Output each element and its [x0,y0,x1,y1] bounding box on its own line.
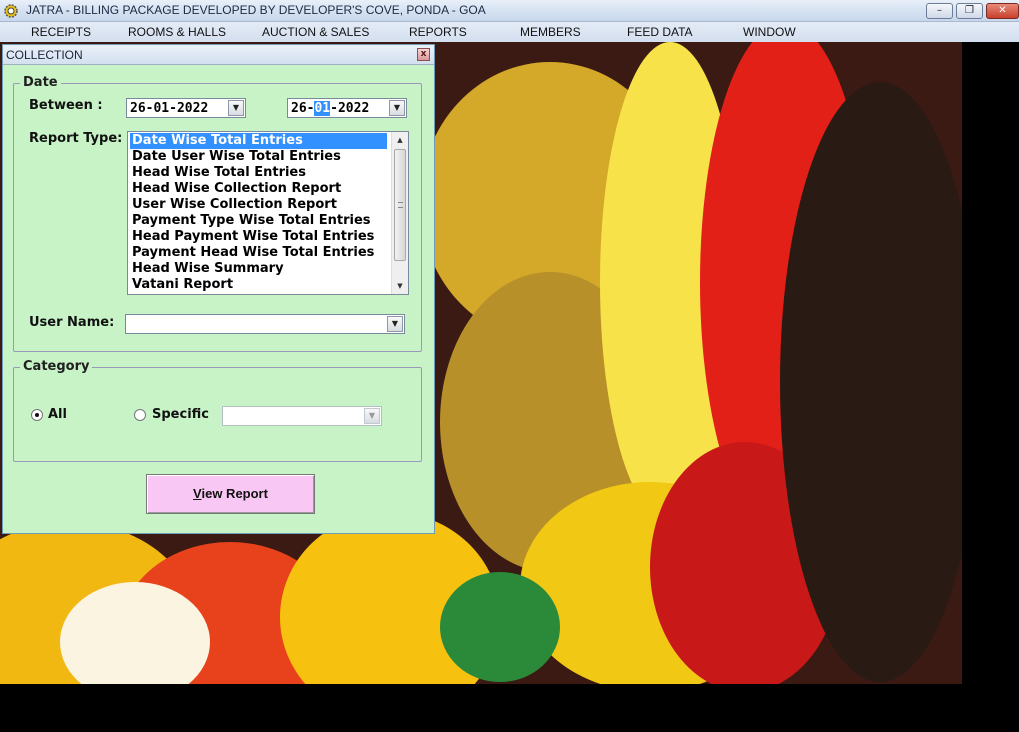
list-item[interactable]: Payment Type Wise Total Entries [130,213,371,229]
chevron-down-icon[interactable]: ▼ [364,408,380,424]
scroll-down-icon[interactable]: ▼ [393,279,407,293]
minimize-button[interactable]: – [926,3,953,19]
from-date-picker[interactable]: 26-01-2022 ▼ [126,98,246,118]
specific-category-combo[interactable]: ▼ [222,406,382,426]
collection-window: COLLECTION x Date Between : 26-01-2022 ▼… [2,44,435,534]
app-icon [4,4,18,18]
all-radio[interactable] [31,409,43,421]
menu-bar: RECEIPTS ROOMS & HALLS AUCTION & SALES R… [0,22,1019,42]
list-item[interactable]: Date Wise Total Entries [130,133,387,149]
list-item[interactable]: Head Wise Collection Report [130,181,341,197]
menu-rooms-halls[interactable]: ROOMS & HALLS [128,25,226,39]
view-report-button[interactable]: View Report [146,474,315,514]
category-group-legend: Category [20,359,93,374]
menu-auction-sales[interactable]: AUCTION & SALES [262,25,369,39]
report-list-scrollbar[interactable]: ▲ ▼ [391,132,408,294]
specific-label: Specific [152,407,209,422]
collection-title-bar: COLLECTION x [3,45,434,65]
chevron-down-icon[interactable]: ▼ [389,100,405,116]
collection-close-button[interactable]: x [417,48,430,61]
close-button[interactable]: ✕ [986,3,1019,19]
scroll-up-icon[interactable]: ▲ [393,133,407,147]
list-item[interactable]: Head Wise Summary [130,261,284,277]
between-label: Between : [29,98,103,113]
list-item[interactable]: Head Payment Wise Total Entries [130,229,374,245]
list-item[interactable]: Vatani Report [130,277,233,293]
to-date-picker[interactable]: 26-01-2022 ▼ [287,98,407,118]
black-margin-bottom [0,684,1019,732]
list-item[interactable]: Date User Wise Total Entries [130,149,341,165]
date-group-legend: Date [20,75,61,90]
menu-receipts[interactable]: RECEIPTS [31,25,91,39]
report-type-label: Report Type: [29,131,123,146]
menu-window[interactable]: WINDOW [743,25,796,39]
collection-title: COLLECTION [6,48,83,62]
report-type-list[interactable]: Date Wise Total Entries Date User Wise T… [127,131,409,295]
menu-feed-data[interactable]: FEED DATA [627,25,693,39]
chevron-down-icon[interactable]: ▼ [228,100,244,116]
user-name-combo[interactable]: ▼ [125,314,405,334]
black-margin-right [962,42,1019,684]
chevron-down-icon[interactable]: ▼ [387,316,403,332]
scroll-thumb[interactable] [394,149,406,261]
menu-members[interactable]: MEMBERS [520,25,581,39]
menu-reports[interactable]: REPORTS [409,25,467,39]
list-item[interactable]: Payment Head Wise Total Entries [130,245,374,261]
all-label: All [48,407,67,422]
from-date-value: 26-01-2022 [130,101,209,116]
window-title: JATRA - BILLING PACKAGE DEVELOPED BY DEV… [26,3,486,17]
list-item[interactable]: User Wise Collection Report [130,197,337,213]
to-date-value: 26-01-2022 [291,101,370,116]
restore-button[interactable]: ❐ [956,3,983,19]
specific-radio[interactable] [134,409,146,421]
to-date-selected-segment: 01 [314,101,331,116]
list-item[interactable]: Head Wise Total Entries [130,165,306,181]
title-bar: JATRA - BILLING PACKAGE DEVELOPED BY DEV… [0,0,1019,22]
user-name-label: User Name: [29,315,115,330]
